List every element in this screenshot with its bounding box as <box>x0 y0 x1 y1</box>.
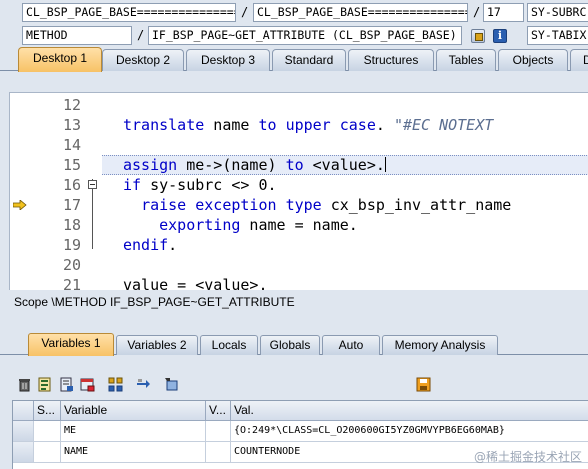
hierarchy-icon[interactable] <box>108 377 123 392</box>
tab-auto[interactable]: Auto <box>322 335 380 355</box>
tab-globals[interactable]: Globals <box>260 335 320 355</box>
line-number-field[interactable]: 17 <box>483 3 524 22</box>
value-cell[interactable]: {O:249*\CLASS=CL_O200600GI5YZ0GMVYPB6EG6… <box>231 421 588 442</box>
tab-desktop-3[interactable]: Desktop 3 <box>186 49 270 71</box>
tab-tables[interactable]: Tables <box>436 49 496 71</box>
status-cell <box>34 421 61 442</box>
line-number: 15 <box>62 156 81 174</box>
line-number: 16 <box>62 176 81 194</box>
row-selector[interactable] <box>13 442 34 463</box>
info-row-2: METHOD / IF_BSP_PAGE~GET_ATTRIBUTE (CL_B… <box>0 25 588 47</box>
variable-cell[interactable]: NAME <box>61 442 206 463</box>
line-number: 18 <box>62 216 81 234</box>
program-field[interactable]: CL_BSP_PAGE_BASE=============== <box>22 3 236 22</box>
tab-variables-1[interactable]: Variables 1 <box>28 333 114 356</box>
tab-locals[interactable]: Locals <box>200 335 258 355</box>
source-text: if sy-subrc <> 0. <box>123 176 277 194</box>
line-number: 20 <box>62 256 81 274</box>
column-header-value[interactable]: Val. <box>231 401 588 421</box>
line-number: 14 <box>62 136 81 154</box>
desktop-tabstrip: Desktop 1 Desktop 2 Desktop 3 Standard S… <box>0 47 588 72</box>
code-line[interactable]: 21 value = <value>. <box>10 275 588 290</box>
system-field-1[interactable]: SY-SUBRC <box>527 3 588 22</box>
line-number: 12 <box>62 96 81 114</box>
tab-memory-analysis[interactable]: Memory Analysis <box>382 335 498 355</box>
source-text: raise exception type cx_bsp_inv_attr_nam… <box>141 196 512 214</box>
code-line[interactable]: 15 assign me->(name) to <value>. <box>10 155 588 175</box>
column-header-status[interactable]: S... <box>34 401 61 421</box>
method-field[interactable]: IF_BSP_PAGE~GET_ATTRIBUTE (CL_BSP_PAGE_B… <box>148 26 462 45</box>
tab-structures[interactable]: Structures <box>348 49 434 71</box>
save-variables-icon[interactable] <box>59 377 74 392</box>
tab-objects[interactable]: Objects <box>498 49 568 71</box>
source-text: assign me->(name) to <value>. <box>123 156 386 174</box>
tab-overflow[interactable]: D <box>570 49 588 71</box>
variable-cell[interactable]: ME <box>61 421 206 442</box>
row-selector[interactable] <box>13 421 34 442</box>
column-header-v[interactable]: V... <box>206 401 231 421</box>
tab-desktop-2[interactable]: Desktop 2 <box>102 49 184 71</box>
info-row-1: CL_BSP_PAGE_BASE=============== / CL_BSP… <box>0 2 588 24</box>
separator: / <box>137 28 145 42</box>
source-text: endif. <box>123 236 178 254</box>
line-number: 13 <box>62 116 81 134</box>
save-icon[interactable] <box>416 377 431 392</box>
row-selector-header <box>13 401 34 421</box>
system-field-2[interactable]: SY-TABIX <box>527 26 588 45</box>
load-variables-icon[interactable] <box>37 377 52 392</box>
include-field[interactable]: CL_BSP_PAGE_BASE=============== <box>253 3 468 22</box>
delete-icon[interactable] <box>17 377 32 392</box>
variables-toolbar <box>0 373 588 397</box>
text-caret <box>384 157 386 172</box>
separator: / <box>473 5 481 19</box>
code-line[interactable]: 18 exporting name = name. <box>10 215 588 235</box>
source-text: value = <value>. <box>123 276 268 290</box>
line-number: 19 <box>62 236 81 254</box>
layout-icon[interactable] <box>80 377 95 392</box>
v-cell <box>206 421 231 442</box>
code-line[interactable]: 14 <box>10 135 588 155</box>
source-text: exporting name = name. <box>159 216 358 234</box>
event-type-field[interactable]: METHOD <box>22 26 132 45</box>
source-code-editor[interactable]: 12 13 translate name to upper case. "#EC N… <box>9 92 588 290</box>
code-line[interactable]: 19 endif. <box>10 235 588 255</box>
collapse-block-icon[interactable] <box>88 180 97 189</box>
v-cell <box>206 442 231 463</box>
line-number: 21 <box>62 276 81 290</box>
object-icon[interactable] <box>164 377 179 392</box>
tab-desktop-1[interactable]: Desktop 1 <box>18 47 102 72</box>
code-line[interactable]: 17 raise exception type cx_bsp_inv_attr_… <box>10 195 588 215</box>
info-icon[interactable]: i <box>493 29 507 43</box>
line-number: 17 <box>62 196 81 214</box>
execution-pointer-icon <box>13 200 27 210</box>
scope-label: Scope \METHOD IF_BSP_PAGE~GET_ATTRIBUTE <box>0 291 588 313</box>
select-icon[interactable] <box>471 29 485 43</box>
tab-variables-2[interactable]: Variables 2 <box>116 335 198 355</box>
code-line[interactable]: 12 <box>10 95 588 115</box>
navigate-icon[interactable] <box>136 377 151 392</box>
tab-standard[interactable]: Standard <box>272 49 346 71</box>
column-header-variable[interactable]: Variable <box>61 401 206 421</box>
code-line[interactable]: 20 <box>10 255 588 275</box>
separator: / <box>241 5 249 19</box>
variables-tabstrip: Variables 1 Variables 2 Locals Globals A… <box>0 333 588 356</box>
source-text: translate name to upper case. "#EC NOTEX… <box>123 116 494 134</box>
code-line[interactable]: 13 translate name to upper case. "#EC NOT… <box>10 115 588 135</box>
watermark: @稀土掘金技术社区 <box>473 450 582 464</box>
status-cell <box>34 442 61 463</box>
